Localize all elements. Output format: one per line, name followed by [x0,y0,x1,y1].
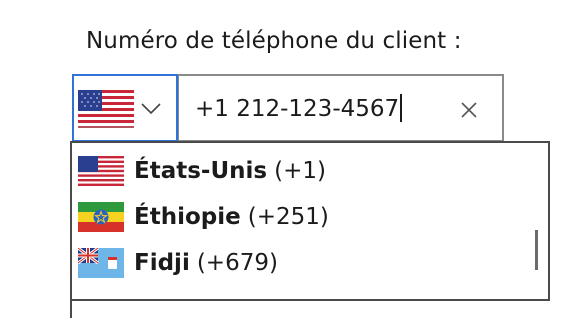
phone-field-label: Numéro de téléphone du client : [86,28,462,54]
list-item[interactable]: Fidji (+679) [78,241,278,285]
dropdown-edge-line [70,300,72,318]
country-code: (+679) [196,250,278,276]
country-name: Fidji [134,250,190,276]
country-name: États-Unis [134,158,268,184]
close-icon[interactable] [459,100,479,120]
list-item[interactable]: États-Unis (+1) [78,149,326,193]
country-code: (+251) [247,204,329,230]
scrollbar-thumb[interactable] [535,230,538,270]
ethiopia-flag-icon [78,202,124,232]
country-code-select[interactable] [72,74,178,142]
country-name: Éthiopie [134,204,241,230]
us-flag-icon [78,90,134,128]
chevron-down-icon[interactable] [140,102,162,116]
list-item[interactable]: Éthiopie (+251) [78,195,329,239]
phone-number-value: +1 212-123-4567 [195,96,400,122]
text-caret [400,94,403,122]
fiji-flag-icon [78,248,124,278]
phone-number-input[interactable]: +1 212-123-4567 [178,74,504,142]
country-code: (+1) [274,158,326,184]
country-dropdown-list[interactable]: États-Unis (+1) Éthiopie (+251) Fidji (+… [70,141,550,301]
us-flag-icon [78,156,124,186]
